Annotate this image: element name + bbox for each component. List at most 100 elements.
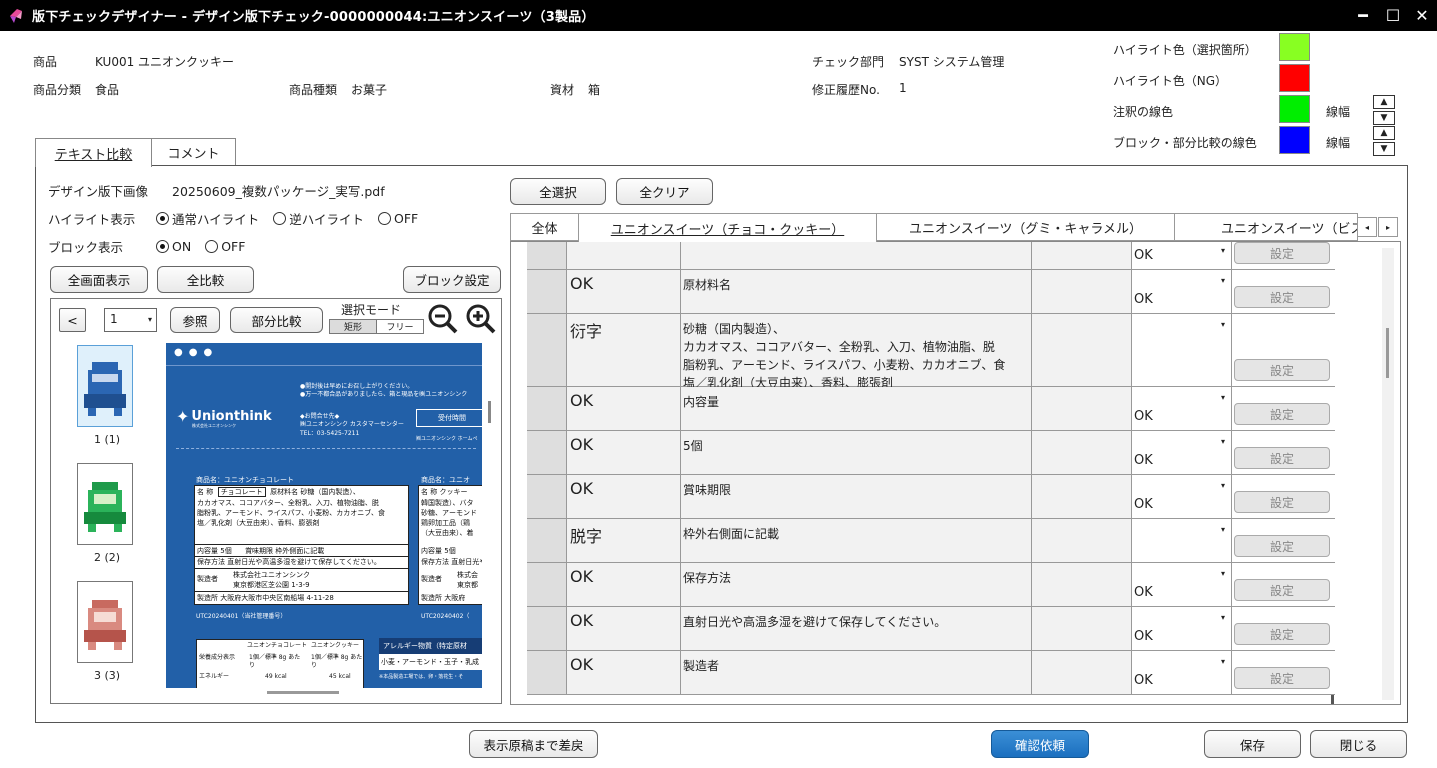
- row-result-dropdown[interactable]: ▾: [1132, 519, 1232, 562]
- row-setting-button[interactable]: 設定: [1234, 403, 1330, 425]
- chevron-down-icon: ▾: [1220, 276, 1225, 285]
- grid-scroll-thumb[interactable]: [1386, 328, 1389, 378]
- table-row[interactable]: OK 内容量 OK ▾ 設定: [527, 387, 1335, 431]
- thumbnail-page-3[interactable]: [77, 581, 133, 663]
- close-button[interactable]: 閉じる: [1310, 730, 1407, 758]
- table-row[interactable]: 衍字 砂糖（国内製造）、 カカオマス、ココアバター、全粉乳、入刀、植物油脂、脱 脂…: [527, 314, 1335, 390]
- minimize-icon[interactable]: ━: [1347, 0, 1379, 31]
- thumbnail-page-2[interactable]: [77, 463, 133, 545]
- row-setting-button[interactable]: 設定: [1234, 359, 1330, 381]
- tab-biscuit[interactable]: ユニオンスイーツ（ビスケ: [1174, 213, 1358, 241]
- block-line-color-swatch[interactable]: [1279, 126, 1310, 154]
- browse-button[interactable]: 参照: [170, 307, 220, 333]
- preview-hscrollbar[interactable]: [267, 691, 339, 694]
- row-result-dropdown[interactable]: OK ▾: [1132, 651, 1232, 694]
- row-setting-button[interactable]: 設定: [1234, 579, 1330, 601]
- row-selector[interactable]: [527, 242, 567, 269]
- table-row[interactable]: OK 直射日光や高温多湿を避けて保存してください。 OK ▾ 設定: [527, 607, 1335, 651]
- table-row[interactable]: OK 製造者 OK ▾ 設定: [527, 651, 1335, 695]
- row-result-dropdown[interactable]: OK ▾: [1132, 270, 1232, 313]
- row-text: 製造者: [681, 651, 1032, 694]
- reception-box: 受付時間: [416, 409, 482, 427]
- tab-text-compare[interactable]: テキスト比較: [35, 138, 152, 167]
- row-setting-button[interactable]: 設定: [1234, 535, 1330, 557]
- highlight-ng-color-swatch[interactable]: [1279, 64, 1310, 92]
- grid-vscrollbar[interactable]: [1382, 248, 1394, 700]
- row-setting-button[interactable]: 設定: [1234, 623, 1330, 645]
- row-selector[interactable]: [527, 270, 567, 313]
- prev-page-button[interactable]: <: [59, 308, 86, 332]
- select-mode-toggle[interactable]: 矩形 フリー: [329, 319, 424, 334]
- row-result-dropdown[interactable]: OK ▾: [1132, 607, 1232, 650]
- tab-gummy-caramel[interactable]: ユニオンスイーツ（グミ・キャラメル）: [876, 213, 1175, 241]
- row-selector[interactable]: [527, 475, 567, 518]
- row-empty-cell: [1032, 607, 1132, 650]
- spin-down-icon[interactable]: ▼: [1373, 111, 1395, 125]
- radio-block-on[interactable]: ON: [156, 239, 191, 254]
- spin-down-icon[interactable]: ▼: [1373, 142, 1395, 156]
- table-row[interactable]: OK ▾ 設定: [527, 242, 1335, 270]
- zoom-in-icon[interactable]: [465, 303, 497, 335]
- table-row[interactable]: OK 5個 OK ▾ 設定: [527, 431, 1335, 475]
- compare-all-button[interactable]: 全比較: [157, 266, 254, 293]
- row-selector[interactable]: [527, 563, 567, 606]
- spin-up-icon[interactable]: ▲: [1373, 126, 1395, 140]
- radio-normal-highlight[interactable]: 通常ハイライト: [156, 209, 259, 228]
- row-status: OK: [567, 563, 681, 606]
- table-row[interactable]: 脱字 枠外右側面に記載 ▾ 設定: [527, 519, 1335, 563]
- fullscreen-button[interactable]: 全画面表示: [50, 266, 148, 293]
- page-select[interactable]: 1 ▾: [104, 308, 157, 332]
- save-button[interactable]: 保存: [1204, 730, 1301, 758]
- tab-all[interactable]: 全体: [510, 213, 579, 241]
- mode-rect-option[interactable]: 矩形: [330, 320, 377, 333]
- row-result-value: OK: [1134, 248, 1153, 263]
- maximize-icon[interactable]: ☐: [1377, 0, 1409, 31]
- radio-reverse-highlight[interactable]: 逆ハイライト: [273, 209, 364, 228]
- revert-to-display-button[interactable]: 表示原稿まで差戻: [469, 730, 598, 758]
- annotation-line-color-swatch[interactable]: [1279, 95, 1310, 123]
- mode-free-option[interactable]: フリー: [377, 320, 423, 333]
- row-result-dropdown[interactable]: OK ▾: [1132, 387, 1232, 430]
- row-selector[interactable]: [527, 314, 567, 386]
- allergy-note: ※本品製造工場では、卵・落花生・そ: [379, 674, 464, 680]
- row-result-dropdown[interactable]: OK ▾: [1132, 475, 1232, 518]
- row-selector[interactable]: [527, 387, 567, 430]
- select-all-button[interactable]: 全選択: [510, 178, 606, 205]
- product-name-cookie: 商品名：ユニオ: [421, 476, 470, 484]
- row-setting-button[interactable]: 設定: [1234, 491, 1330, 513]
- table-row[interactable]: OK 賞味期限 OK ▾ 設定: [527, 475, 1335, 519]
- row-selector[interactable]: [527, 607, 567, 650]
- table-row[interactable]: OK 保存方法 OK ▾ 設定: [527, 563, 1335, 607]
- row-result-dropdown[interactable]: OK ▾: [1132, 242, 1232, 269]
- row-setting-button[interactable]: 設定: [1234, 447, 1330, 469]
- tab-choco-cookie[interactable]: ユニオンスイーツ（チョコ・クッキー）: [578, 213, 877, 242]
- block-settings-button[interactable]: ブロック設定: [403, 266, 501, 293]
- highlight-select-color-swatch[interactable]: [1279, 33, 1310, 61]
- row-result-dropdown[interactable]: ▾: [1132, 314, 1232, 386]
- tab-scroll-right-icon[interactable]: ▸: [1378, 217, 1398, 237]
- clear-all-button[interactable]: 全クリア: [616, 178, 713, 205]
- row-result-dropdown[interactable]: OK ▾: [1132, 563, 1232, 606]
- row-result-dropdown[interactable]: OK ▾: [1132, 431, 1232, 474]
- radio-block-off[interactable]: OFF: [205, 239, 245, 254]
- confirm-request-button[interactable]: 確認依頼: [991, 730, 1089, 758]
- select-mode-label: 選択モード: [341, 303, 402, 317]
- block-line-width-spinner[interactable]: ▲ ▼: [1373, 126, 1395, 156]
- row-setting-button[interactable]: 設定: [1234, 286, 1330, 308]
- table-row[interactable]: OK 原材料名 OK ▾ 設定: [527, 270, 1335, 314]
- thumbnail-page-1[interactable]: [77, 345, 133, 427]
- partial-compare-button[interactable]: 部分比較: [230, 307, 323, 333]
- row-setting-button[interactable]: 設定: [1234, 242, 1330, 264]
- row-selector[interactable]: [527, 519, 567, 562]
- annotation-line-width-spinner[interactable]: ▲ ▼: [1373, 95, 1395, 125]
- radio-highlight-off[interactable]: OFF: [378, 211, 418, 226]
- close-icon[interactable]: ✕: [1406, 0, 1437, 31]
- zoom-out-icon[interactable]: [427, 303, 459, 335]
- row-selector[interactable]: [527, 651, 567, 694]
- row-selector[interactable]: [527, 431, 567, 474]
- row-setting-button[interactable]: 設定: [1234, 667, 1330, 689]
- spin-up-icon[interactable]: ▲: [1373, 95, 1395, 109]
- preview-vscrollbar[interactable]: [488, 401, 491, 423]
- tab-comment[interactable]: コメント: [151, 138, 236, 166]
- tab-scroll-left-icon[interactable]: ◂: [1357, 217, 1377, 237]
